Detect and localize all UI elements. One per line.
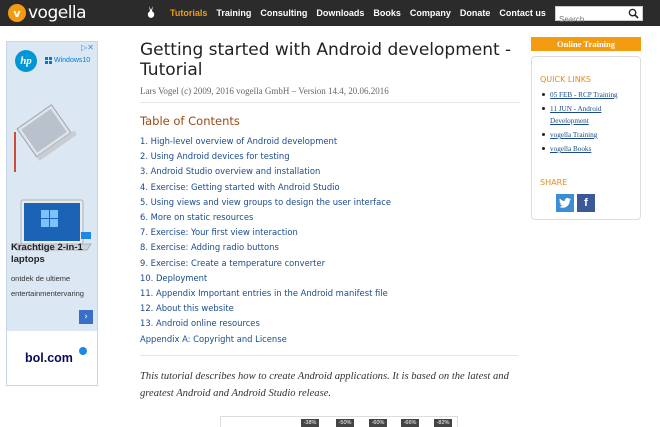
toc-link[interactable]: 11. Appendix Important entries in the An… [140,286,520,301]
discount-badge: -38% [301,419,319,427]
bol-badge-icon [79,347,87,355]
toc-heading: Table of Contents [140,114,240,128]
main-nav: Tutorials Training Consulting Downloads … [170,0,555,26]
nav-books[interactable]: Books [373,8,401,18]
nav-downloads[interactable]: Downloads [316,8,364,18]
toc-link[interactable]: 6. More on static resources [140,210,520,225]
quick-link[interactable]: 11 JUN - Android Development [542,103,638,127]
ad-arrow-button[interactable]: › [79,310,93,324]
online-training-button[interactable]: Online Training [531,37,641,51]
nav-company[interactable]: Company [410,8,451,18]
toc-link[interactable]: 4. Exercise: Getting started with Androi… [140,180,520,195]
toc-link[interactable]: 10. Deployment [140,271,520,286]
twitter-icon[interactable] [556,194,574,212]
quick-link[interactable]: 05 FEB - RCP Training [542,89,638,101]
nav-tutorials[interactable]: Tutorials [170,8,207,18]
table-of-contents: 1. High-level overview of Android develo… [140,134,520,347]
sidebar-box: QUICK LINKS 05 FEB - RCP Training 11 JUN… [531,56,641,220]
left-advertisement[interactable]: ▷✕ hp Windows10 Krachtige 2-in-1 laptops… [6,41,98,386]
share-heading: SHARE [540,178,568,187]
ad-shop-area[interactable]: bol.com [7,331,97,385]
quick-link[interactable]: vogella Training [542,129,638,141]
quick-links-list: 05 FEB - RCP Training 11 JUN - Android D… [542,89,638,157]
vogella-logo-icon: v [8,4,26,22]
hp-logo: hp [15,50,37,72]
search-box [555,6,643,26]
search-icon[interactable] [628,8,639,19]
nav-training[interactable]: Training [216,8,251,18]
search-input[interactable] [556,13,626,26]
toc-link[interactable]: Appendix A: Copyright and License [140,332,520,347]
top-navigation-bar: v vogella Tutorials Training Consulting … [0,0,660,26]
quick-links-heading: QUICK LINKS [540,75,592,84]
article-byline: Lars Vogel (c) 2009, 2016 vogella GmbH –… [140,86,520,103]
ad-title: Krachtige 2-in-1 laptops [11,242,83,265]
divider [140,354,518,356]
windows-logo: Windows10 [45,57,90,64]
article-content: Getting started with Android development… [140,40,520,402]
ad-subtitle: ontdek de ultieme entertainmentervaring [11,274,84,298]
toc-link[interactable]: 8. Exercise: Adding radio buttons [140,240,520,255]
nav-contact-us[interactable]: Contact us [499,8,546,18]
facebook-icon[interactable]: f [577,194,595,212]
windows-label: Windows10 [54,57,91,64]
toc-link[interactable]: 12. About this website [140,301,520,316]
page-title: Getting started with Android development… [140,40,512,80]
vogella-logo[interactable]: v vogella [8,3,87,23]
article-intro: This tutorial describes how to create An… [140,370,509,399]
discount-badge: -60% [369,419,387,427]
discount-badge: -82% [434,419,452,427]
toc-link[interactable]: 13. Android online resources [140,316,520,331]
nav-consulting[interactable]: Consulting [260,8,307,18]
windows-icon [45,57,52,64]
ad-choices-icon[interactable]: ▷✕ [81,43,94,52]
discount-badge: -50% [336,419,354,427]
toc-link[interactable]: 9. Exercise: Create a temperature conver… [140,256,520,271]
toc-link[interactable]: 2. Using Android devices for testing [140,149,520,164]
bol-logo: bol.com [25,351,73,365]
rabbit-icon [144,5,158,19]
toc-link[interactable]: 5. Using views and view groups to design… [140,195,520,210]
bottom-advertisement[interactable]: -38% -50% -60% -66% -82% [220,416,458,427]
discount-badge: -66% [401,419,419,427]
toc-link[interactable]: 3. Android Studio overview and installat… [140,164,520,179]
quick-link[interactable]: vogella Books [542,143,638,155]
toc-link[interactable]: 7. Exercise: Your first view interaction [140,225,520,240]
share-buttons: f [556,194,595,212]
toc-link[interactable]: 1. High-level overview of Android develo… [140,134,520,149]
laptop-product-image [12,104,92,251]
vogella-logo-text: vogella [28,3,87,23]
nav-donate[interactable]: Donate [460,8,491,18]
